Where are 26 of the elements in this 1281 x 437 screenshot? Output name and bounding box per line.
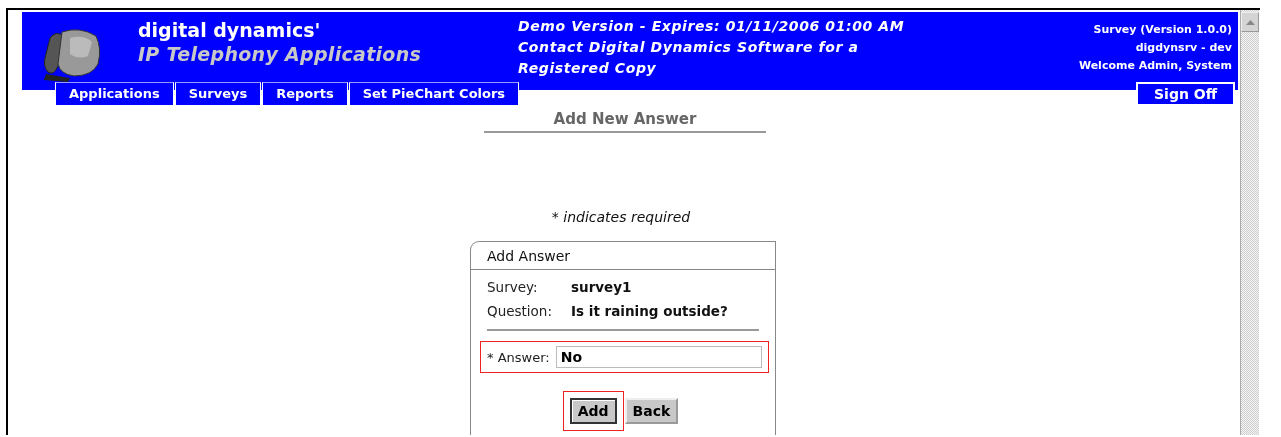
header-info: Welcome Admin, System: [1078, 58, 1232, 74]
demo-notice: Demo Version - Expires: 01/11/2006 01:00 AM: [518, 17, 905, 36]
brand-name: digital dynamics': [138, 18, 321, 42]
field-value: survey1: [571, 279, 632, 295]
form-title: Add Answer: [471, 242, 775, 270]
required-note: * indicates required: [551, 209, 691, 225]
sign-off-button[interactable]: Sign Off: [1136, 82, 1235, 106]
page-title: Add New Answer: [483, 110, 767, 133]
demo-notice: Registered Copy: [518, 59, 657, 78]
answer-label: * Answer:: [487, 349, 550, 365]
header-info: digdynsrv - dev: [1135, 40, 1232, 56]
scrollbar[interactable]: [1240, 10, 1259, 435]
scroll-up-button[interactable]: [1241, 12, 1259, 32]
field-label: Survey:: [487, 279, 539, 295]
field-label: Question:: [487, 303, 553, 319]
nav-tab[interactable]: Reports: [262, 82, 348, 106]
demo-notice: Contact Digital Dynamics Software for a: [518, 38, 859, 57]
back-button[interactable]: Back: [624, 398, 679, 424]
nav-tab[interactable]: Set PieChart Colors: [348, 82, 520, 106]
nav-tab[interactable]: Surveys: [174, 82, 262, 106]
header-info: Survey (Version 1.0.0): [1093, 22, 1232, 38]
nav-tab[interactable]: Applications: [55, 82, 174, 106]
field-value: Is it raining outside?: [571, 303, 728, 319]
up-arrow-icon: [1245, 19, 1255, 25]
answer-field[interactable]: No: [555, 346, 762, 368]
product-name: IP Telephony Applications: [138, 42, 422, 66]
